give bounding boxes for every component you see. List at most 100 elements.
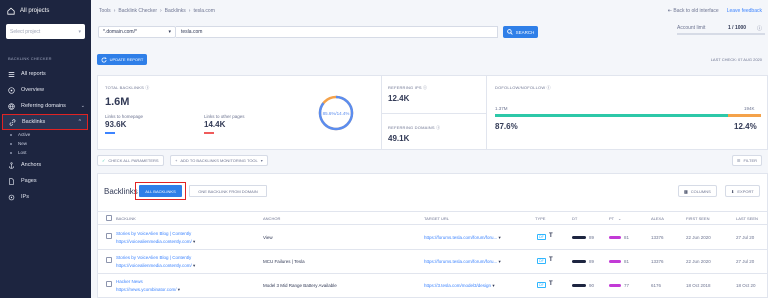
check-all-parameters-button[interactable]: ✓ CHECK ALL PARAMETERS — [97, 155, 164, 166]
sort-down-icon[interactable]: ⌄ — [618, 216, 621, 221]
sidebar-item-backlinks[interactable]: Backlinks ^ — [2, 114, 88, 130]
chevron-down-icon: ⌄ — [80, 103, 85, 109]
sidebar-subitem-new[interactable]: New — [0, 139, 91, 148]
sidebar-item-anchors[interactable]: Anchors — [0, 157, 91, 173]
column-header[interactable]: ANCHOR — [263, 216, 280, 221]
chevron-up-icon: ^ — [78, 119, 81, 125]
sidebar-subitem-label: New — [18, 141, 28, 146]
account-limit: Account limit 1 / 1000 ⓘ — [677, 25, 767, 35]
link-type-badge: DF — [537, 234, 546, 240]
scope-select[interactable]: *.domain.com/* ▾ — [98, 26, 176, 38]
sidebar-item-overview[interactable]: Overview — [0, 82, 91, 98]
sidebar-subitem-lost[interactable]: Lost — [0, 148, 91, 157]
export-button[interactable]: ⬇ EXPORT — [725, 185, 760, 197]
column-header[interactable]: TYPE — [535, 216, 545, 221]
filter-icon: ☰ — [736, 158, 741, 163]
row-checkbox[interactable] — [106, 233, 112, 239]
metrics-panel: TOTAL BACKLINKS ⓘ 1.6M Links to homepage… — [97, 75, 768, 150]
update-report-button[interactable]: UPDATE REPORT — [97, 54, 147, 65]
all-projects-label: All projects — [20, 8, 50, 14]
dofollow-ratio-bar — [495, 114, 761, 117]
backlink-title[interactable]: Hacker News — [116, 279, 143, 284]
column-header[interactable]: DT — [572, 216, 577, 221]
sidebar-item-label: Referring domains — [21, 103, 66, 109]
tab-all-backlinks[interactable]: ALL BACKLINKS — [139, 185, 182, 197]
sidebar-item-referring-domains[interactable]: Referring domains ⌄ — [0, 98, 91, 114]
backlink-title[interactable]: Stories by VoiceAlien Blog | Contently — [116, 231, 191, 236]
columns-button[interactable]: ▥ COLUMNS — [678, 185, 717, 197]
column-header[interactable]: PT — [609, 216, 614, 221]
check-icon: ✓ — [102, 158, 106, 163]
refresh-icon — [101, 56, 107, 62]
list-icon — [8, 71, 15, 77]
project-select[interactable]: Select project ▾ — [6, 24, 85, 39]
row-checkbox[interactable] — [106, 257, 112, 263]
target-url[interactable]: https://forums.tesla.com/forum/foru... ▾ — [424, 259, 501, 265]
column-header[interactable]: FIRST SEEN — [686, 216, 710, 221]
dt-rating-bar — [572, 236, 586, 239]
bullet-icon — [10, 142, 12, 145]
total-backlinks-label: TOTAL BACKLINKS ⓘ — [105, 85, 150, 90]
add-to-monitoring-button[interactable]: + ADD TO BACKLINKS MONITORING TOOL ▾ — [170, 155, 268, 166]
target-icon — [8, 86, 15, 94]
dt-value: 89 — [589, 235, 595, 240]
table-row[interactable]: Stories by VoiceAlien Blog | Contently ht… — [98, 226, 768, 250]
target-url[interactable]: https://forums.tesla.com/forum/foru... ▾ — [424, 235, 501, 241]
columns-label: COLUMNS — [690, 188, 711, 194]
column-header[interactable]: ALEXA — [651, 216, 664, 221]
sidebar-item-all-reports[interactable]: All reports — [0, 66, 91, 82]
chevron-down-icon: ▾ — [177, 287, 181, 292]
sidebar: All projects Select project ▾ BACKLINK C… — [0, 0, 91, 298]
anchor-text: Model 3 Mid Range Battery Available — [263, 283, 337, 288]
chevron-right-icon: › — [160, 8, 162, 14]
sidebar-subitem-active[interactable]: Active — [0, 130, 91, 139]
backlink-url[interactable]: https://voicealienmedia.contently.com/ ▾ — [116, 263, 195, 269]
update-row: UPDATE REPORT LAST CHECK: 07 AUG 2020 — [91, 52, 768, 68]
search-input[interactable]: tesla.com — [176, 26, 498, 38]
links-homepage-label: Links to homepage — [105, 114, 144, 119]
page-icon — [9, 177, 14, 185]
target-url-text: https://forums.tesla.com/forum/foru... — [424, 259, 498, 264]
column-header[interactable]: BACKLINK — [116, 216, 136, 221]
back-to-old-interface-link[interactable]: ⇤ Back to old interface — [668, 8, 719, 14]
filter-button[interactable]: ☰ FILTER — [731, 155, 762, 166]
backlink-title[interactable]: Stories by VoiceAlien Blog | Contently — [116, 255, 191, 260]
alexa-rank: 13376 — [651, 259, 664, 264]
globe-icon — [8, 102, 15, 110]
target-url[interactable]: https://3.tesla.com/model3/design ▾ — [424, 283, 495, 289]
chevron-down-icon: ▾ — [192, 239, 196, 244]
chevron-down-icon: ▾ — [260, 158, 263, 163]
row-checkbox[interactable] — [106, 281, 112, 287]
breadcrumb-bar: Tools › Backlink Checker › Backlinks › t… — [91, 0, 768, 22]
search-button[interactable]: SEARCH — [503, 26, 538, 38]
sidebar-item-ips[interactable]: IPs — [0, 189, 91, 205]
alexa-rank: 6176 — [651, 283, 662, 288]
dofollow-pct: 87.6% — [495, 122, 518, 131]
backlink-url[interactable]: https://news.ycombinator.com/ ▾ — [116, 287, 180, 293]
pt-rating-bar — [609, 260, 621, 263]
table-row[interactable]: Stories by VoiceAlien Blog | Contently ht… — [98, 250, 768, 274]
table-row[interactable]: Hacker News https://news.ycombinator.com/… — [98, 274, 768, 298]
homepage-legend-line — [105, 132, 115, 134]
check-all-label: CHECK ALL PARAMETERS — [108, 158, 159, 163]
tab-one-backlink-from-domain[interactable]: ONE BACKLINK FROM DOMAIN — [189, 185, 267, 197]
account-limit-value: 1 / 1000 — [728, 25, 747, 31]
breadcrumb-item[interactable]: Backlinks — [165, 8, 186, 14]
chevron-right-icon: › — [188, 8, 191, 14]
breadcrumb-item[interactable]: Tools — [99, 8, 111, 14]
referring-ips-value: 12.4K — [388, 94, 410, 103]
first-seen: 18 Oct 2018 — [686, 283, 711, 288]
backlinks-table-panel: Backlinks ALL BACKLINKS ONE BACKLINK FRO… — [97, 173, 768, 298]
column-header[interactable]: TARGET URL — [424, 216, 449, 221]
backlink-url[interactable]: https://voicealienmedia.contently.com/ ▾ — [116, 239, 195, 245]
leave-feedback-link[interactable]: Leave feedback — [727, 8, 762, 14]
select-all-checkbox[interactable] — [106, 215, 112, 221]
all-projects-link[interactable]: All projects — [0, 0, 91, 22]
pt-rating-bar — [609, 236, 621, 239]
bullet-icon — [10, 151, 12, 154]
links-other-label: Links to other pages — [204, 114, 245, 119]
breadcrumb-item[interactable]: Backlink Checker — [118, 8, 157, 14]
sidebar-subitem-label: Lost — [18, 150, 27, 155]
column-header[interactable]: LAST SEEN — [736, 216, 758, 221]
sidebar-item-pages[interactable]: Pages — [0, 173, 91, 189]
